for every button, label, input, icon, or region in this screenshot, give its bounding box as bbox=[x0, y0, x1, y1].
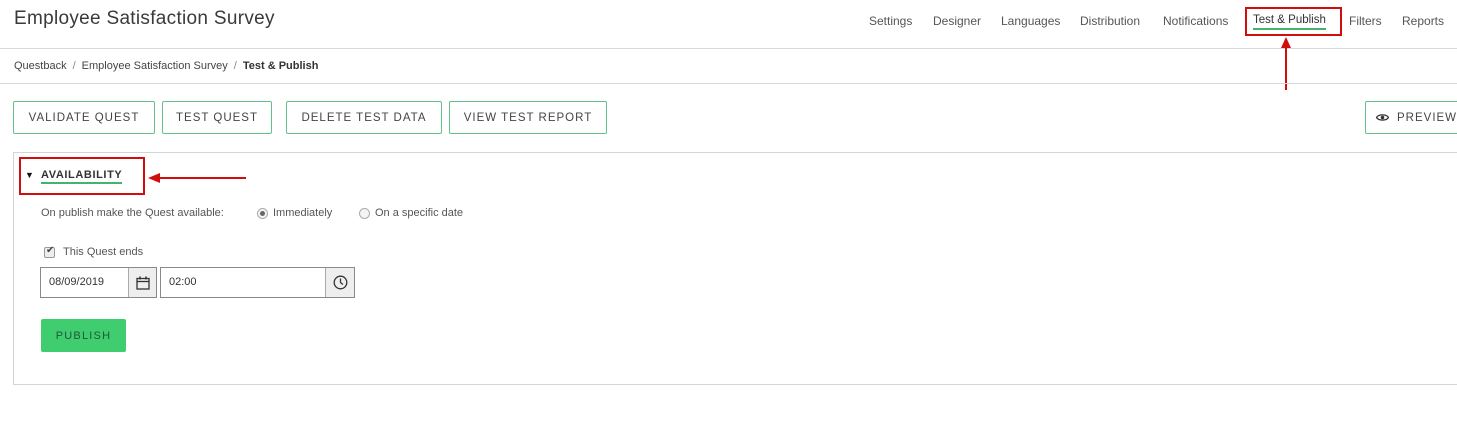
delete-test-data-button[interactable]: DELETE TEST DATA bbox=[286, 101, 442, 134]
nav-designer[interactable]: Designer bbox=[933, 14, 981, 28]
nav-distribution[interactable]: Distribution bbox=[1080, 14, 1140, 28]
publish-availability-prompt: On publish make the Quest available: bbox=[41, 207, 224, 219]
breadcrumb: Questback / Employee Satisfaction Survey / T… bbox=[14, 60, 318, 72]
top-header: Employee Satisfaction Survey Settings De… bbox=[0, 0, 1457, 49]
nav-filters[interactable]: Filters bbox=[1349, 14, 1382, 28]
radio-immediately[interactable] bbox=[257, 208, 268, 219]
calendar-icon bbox=[135, 276, 150, 290]
nav-notifications[interactable]: Notifications bbox=[1163, 14, 1228, 28]
nav-reports[interactable]: Reports bbox=[1402, 14, 1444, 28]
clock-button[interactable] bbox=[325, 268, 354, 297]
breadcrumb-questback[interactable]: Questback bbox=[14, 60, 67, 72]
checkmark-icon: ✔ bbox=[46, 245, 55, 256]
eye-icon bbox=[1376, 114, 1389, 121]
main-nav: Settings Designer Languages Distribution… bbox=[0, 14, 1457, 34]
radio-specific-date[interactable] bbox=[359, 208, 370, 219]
breadcrumb-separator: / bbox=[233, 60, 237, 72]
preview-button[interactable]: PREVIEW bbox=[1365, 101, 1457, 134]
breadcrumb-survey[interactable]: Employee Satisfaction Survey bbox=[82, 60, 228, 72]
clock-icon bbox=[333, 275, 347, 290]
validate-quest-button[interactable]: VALIDATE QUEST bbox=[13, 101, 155, 134]
calendar-button[interactable] bbox=[128, 268, 156, 297]
annotation-highlight-nav bbox=[1245, 7, 1342, 36]
test-quest-button[interactable]: TEST QUEST bbox=[162, 101, 272, 134]
preview-label: PREVIEW bbox=[1397, 111, 1457, 124]
annotation-highlight-availability bbox=[19, 157, 145, 195]
view-test-report-button[interactable]: VIEW TEST REPORT bbox=[449, 101, 607, 134]
end-time-field[interactable]: 02:00 bbox=[160, 267, 355, 298]
breadcrumb-separator: / bbox=[72, 60, 76, 72]
nav-settings[interactable]: Settings bbox=[869, 14, 912, 28]
quest-ends-label[interactable]: This Quest ends bbox=[63, 246, 143, 258]
end-date-value[interactable]: 08/09/2019 bbox=[49, 276, 104, 288]
end-date-field[interactable]: 08/09/2019 bbox=[40, 267, 157, 298]
publish-button[interactable]: PUBLISH bbox=[41, 319, 126, 352]
radio-immediately-label[interactable]: Immediately bbox=[273, 207, 332, 219]
radio-specific-date-label[interactable]: On a specific date bbox=[375, 207, 463, 219]
quest-ends-checkbox[interactable]: ✔ bbox=[44, 245, 55, 258]
breadcrumb-current: Test & Publish bbox=[242, 60, 319, 72]
nav-languages[interactable]: Languages bbox=[1001, 14, 1060, 28]
breadcrumb-divider bbox=[0, 83, 1457, 84]
annotation-arrow-left-icon bbox=[148, 173, 246, 183]
end-time-value[interactable]: 02:00 bbox=[169, 276, 197, 288]
